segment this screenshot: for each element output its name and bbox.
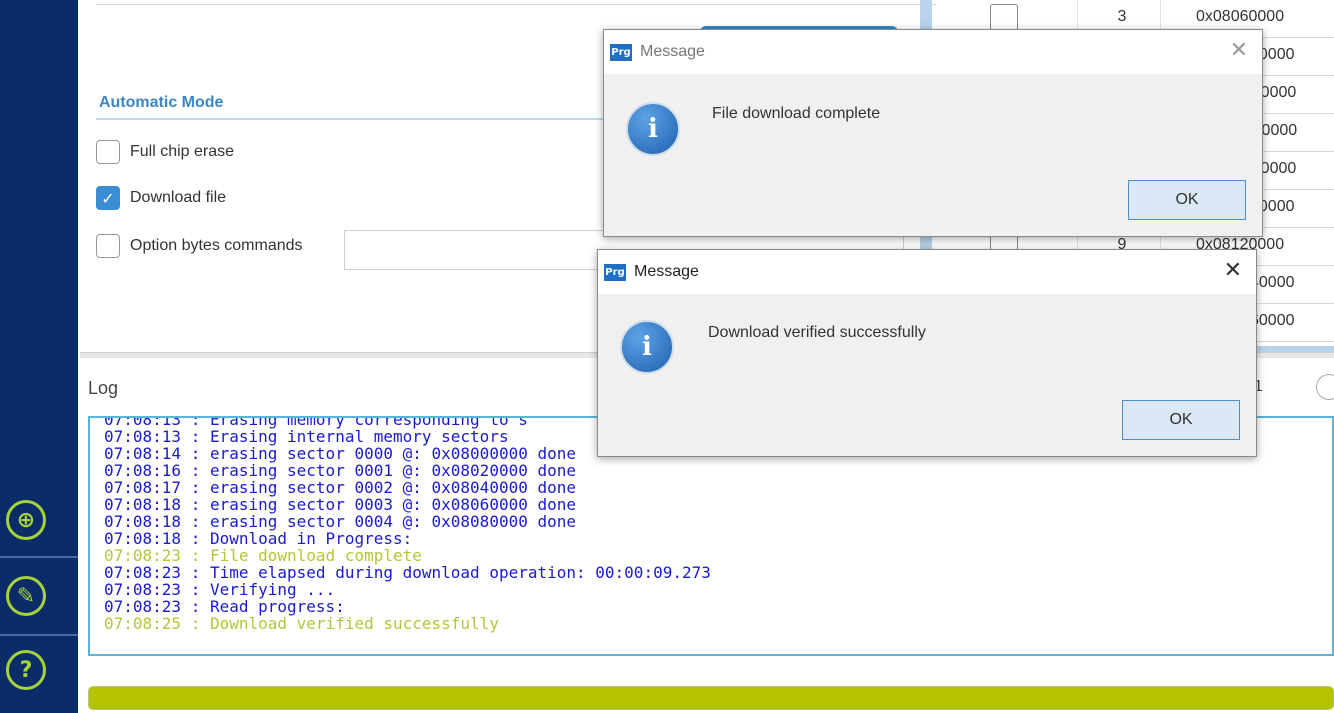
sector-address: 0x08060000 (1196, 8, 1285, 25)
message-dialog-download: Prg Message ✕ i File download complete O… (603, 29, 1263, 237)
option-bytes-option[interactable]: Option bytes commands (96, 234, 303, 258)
message-dialog-verify: Prg Message ✕ i Download verified succes… (597, 249, 1257, 457)
download-file-label: Download file (130, 189, 227, 206)
help-icon: ? (6, 650, 46, 690)
progress-bar (88, 686, 1334, 710)
log-line: 07:08:25 : Download verified successfull… (104, 614, 499, 633)
full-chip-erase-label: Full chip erase (130, 143, 235, 160)
dialog-titlebar[interactable]: Prg Message ✕ (598, 250, 1256, 294)
eraser-icon: ✎ (6, 576, 46, 616)
log-line: 07:08:23 : File download complete (104, 546, 422, 565)
info-icon: i (626, 102, 680, 156)
dialog-message: File download complete (712, 105, 881, 122)
close-icon[interactable]: ✕ (1224, 258, 1242, 283)
sector-checkbox[interactable] (990, 4, 1018, 32)
help-nav-button[interactable]: ? (0, 640, 78, 700)
ok-button[interactable]: OK (1122, 400, 1240, 440)
log-line: 07:08:23 : Time elapsed during download … (104, 563, 711, 582)
progress-fill (89, 687, 1333, 709)
section-divider (96, 118, 656, 120)
prg-logo-icon: Prg (604, 263, 626, 281)
erase-nav-button[interactable]: ✎ (0, 566, 78, 626)
info-icon: i (620, 320, 674, 374)
log-line: 07:08:18 : erasing sector 0004 @: 0x0808… (104, 512, 577, 531)
chip-nav-button[interactable]: ⊕ (0, 490, 78, 550)
dialog-title: Message (634, 263, 699, 280)
log-line: 07:08:17 : erasing sector 0002 @: 0x0804… (104, 478, 577, 497)
nav-divider (0, 556, 78, 558)
nav-divider (0, 634, 78, 636)
log-line: 07:08:23 : Verifying ... (104, 580, 336, 599)
full-chip-erase-option[interactable]: Full chip erase (96, 140, 234, 164)
full-chip-erase-checkbox[interactable] (96, 140, 120, 164)
log-title: Log (88, 378, 119, 398)
chip-icon: ⊕ (6, 500, 46, 540)
top-border (96, 4, 936, 10)
automatic-mode-title: Automatic Mode (99, 94, 224, 111)
checkmark-icon: ✓ (101, 188, 115, 208)
ok-button[interactable]: OK (1128, 180, 1246, 220)
close-icon[interactable]: ✕ (1230, 38, 1248, 63)
sector-index: 3 (1117, 8, 1127, 25)
log-line: 07:08:18 : erasing sector 0003 @: 0x0806… (104, 495, 577, 514)
verbosity-radio[interactable] (1316, 374, 1334, 400)
dialog-titlebar[interactable]: Prg Message ✕ (604, 30, 1262, 74)
option-bytes-label: Option bytes commands (130, 237, 303, 254)
dialog-message: Download verified successfully (708, 324, 926, 341)
log-line: 07:08:16 : erasing sector 0001 @: 0x0802… (104, 461, 577, 480)
download-file-option[interactable]: ✓ Download file (96, 186, 226, 210)
option-bytes-checkbox[interactable] (96, 234, 120, 258)
side-nav: ⊕ ✎ ? (0, 0, 78, 713)
download-file-checkbox[interactable]: ✓ (96, 186, 120, 210)
log-line: 07:08:18 : Download in Progress: (104, 529, 413, 548)
log-line: 07:08:23 : Read progress: (104, 597, 345, 616)
prg-logo-icon: Prg (610, 43, 632, 61)
dialog-title: Message (640, 43, 705, 60)
